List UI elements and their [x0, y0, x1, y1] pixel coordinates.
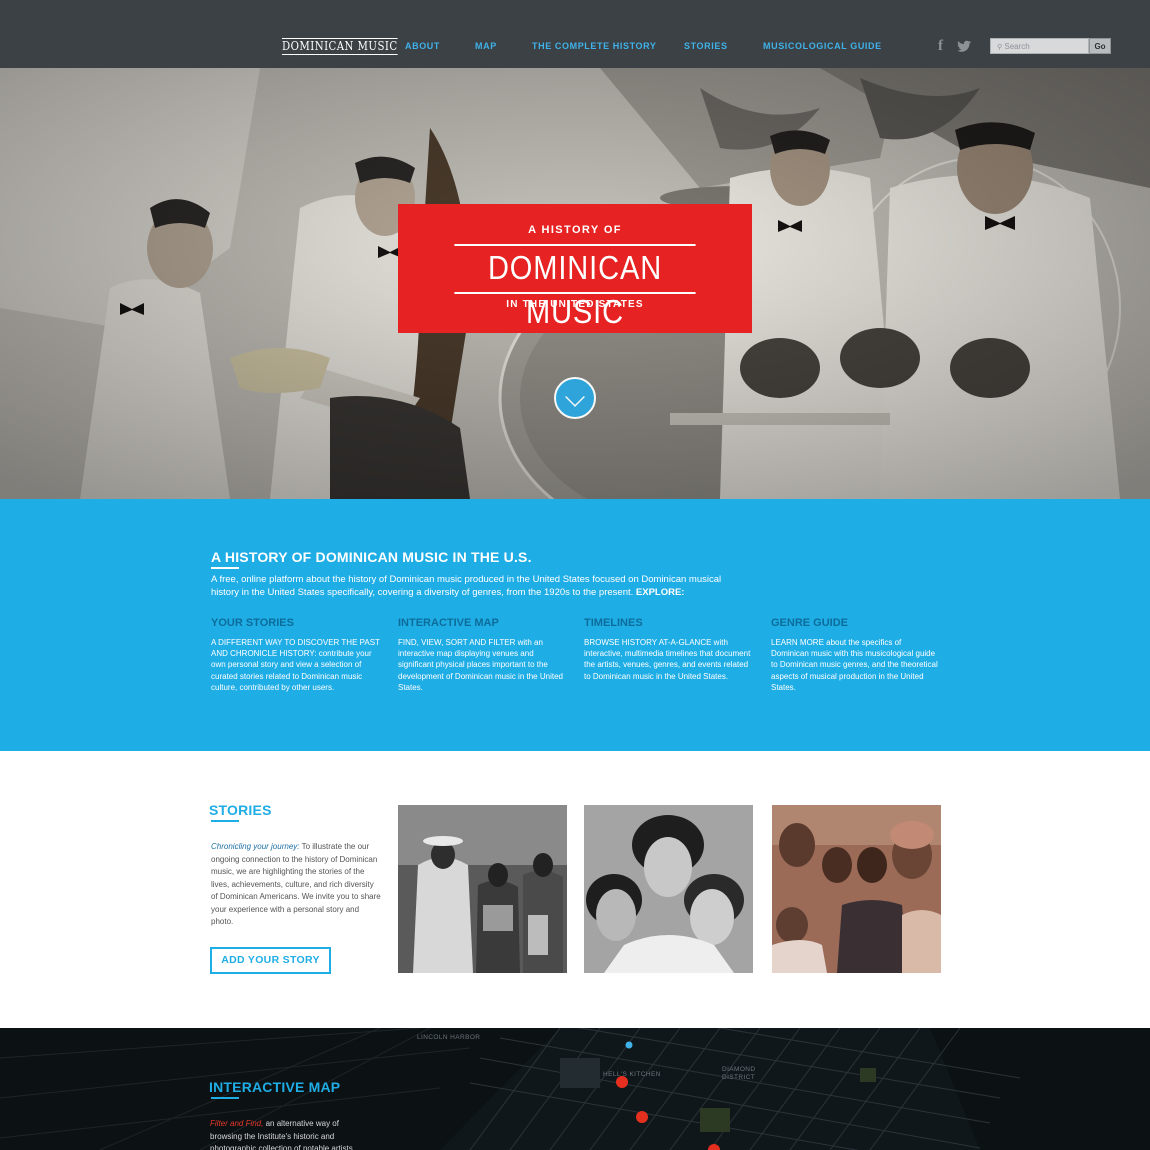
stories-section: STORIES Chronicling your journey: To ill…	[0, 751, 1150, 1028]
search-input[interactable]: ⚲ Search	[990, 38, 1089, 54]
title-underline	[211, 1097, 239, 1099]
feature-text: FIND, VIEW, SORT AND FILTER with an inte…	[398, 638, 563, 692]
twitter-icon[interactable]	[956, 40, 972, 56]
feature-text: A DIFFERENT WAY TO DISCOVER THE PAST AND…	[211, 638, 380, 692]
feature-title[interactable]: TIMELINES	[584, 617, 754, 629]
feature-text: LEARN MORE about the specifics of Domini…	[771, 638, 938, 692]
intro-description: A free, online platform about the histor…	[211, 574, 751, 599]
map-lead: Filter and Find,	[210, 1119, 264, 1128]
story-photo-family[interactable]	[772, 805, 941, 973]
intro-explore-label: EXPLORE:	[635, 586, 685, 598]
feature-title[interactable]: INTERACTIVE MAP	[398, 617, 568, 629]
title-underline	[211, 820, 239, 822]
feature-your-stories[interactable]: YOUR STORIES A DIFFERENT WAY TO DISCOVER…	[211, 617, 381, 693]
intro-title: A HISTORY OF DOMINICAN MUSIC IN THE U.S.	[211, 549, 532, 565]
hero-title-card: A HISTORY OF DOMINICAN MUSIC IN THE UNIT…	[398, 204, 752, 333]
nav-item-stories[interactable]: STORIES	[684, 41, 728, 51]
feature-genre-guide[interactable]: GENRE GUIDE LEARN MORE about the specifi…	[771, 617, 941, 693]
map-title: INTERACTIVE MAP	[209, 1079, 341, 1095]
stories-description: Chronicling your journey: To illustrate …	[211, 841, 381, 929]
nav-item-musicological-guide[interactable]: MUSICOLOGICAL GUIDE	[763, 41, 882, 51]
site-logo[interactable]: DOMINICAN MUSIC	[282, 38, 398, 55]
map-label-diamond-district: DIAMOND DISTRICT	[722, 1066, 756, 1081]
stories-lead: Chronicling your journey:	[211, 842, 300, 851]
interactive-map-section: LINCOLN HARBOR HELL'S KITCHEN DIAMOND DI…	[0, 1028, 1150, 1150]
top-navigation-bar: DOMINICAN MUSIC ABOUT MAP THE COMPLETE H…	[0, 0, 1150, 68]
title-underline	[211, 567, 239, 569]
feature-interactive-map[interactable]: INTERACTIVE MAP FIND, VIEW, SORT AND FIL…	[398, 617, 568, 693]
stories-text: To illustrate the our ongoing connection…	[211, 842, 381, 926]
hero-banner: A HISTORY OF DOMINICAN MUSIC IN THE UNIT…	[0, 68, 1150, 499]
hero-title-bottom: IN THE UNITED STATES	[506, 299, 644, 310]
nav-item-about[interactable]: ABOUT	[405, 41, 440, 51]
stories-title: STORIES	[209, 802, 272, 818]
story-photo-musicians[interactable]	[398, 805, 567, 973]
add-your-story-button[interactable]: ADD YOUR STORY	[210, 947, 331, 974]
map-background[interactable]	[0, 1028, 1150, 1150]
feature-title[interactable]: GENRE GUIDE	[771, 617, 941, 629]
hero-title-top: A HISTORY OF	[528, 224, 622, 236]
nav-item-map[interactable]: MAP	[475, 41, 497, 51]
search-placeholder: Search	[1004, 42, 1030, 51]
intro-section: A HISTORY OF DOMINICAN MUSIC IN THE U.S.…	[0, 499, 1150, 751]
feature-text: BROWSE HISTORY AT-A-GLANCE with interact…	[584, 638, 751, 681]
facebook-icon[interactable]: f	[938, 38, 943, 55]
nav-item-complete-history[interactable]: THE COMPLETE HISTORY	[532, 41, 657, 51]
search-go-button[interactable]: Go	[1089, 38, 1111, 54]
map-label-lincoln-harbor: LINCOLN HARBOR	[417, 1034, 481, 1041]
map-description: Filter and Find, an alternative way of b…	[210, 1118, 370, 1150]
scroll-down-button[interactable]	[554, 377, 596, 419]
story-photo-women[interactable]	[584, 805, 753, 973]
search-icon: ⚲	[997, 44, 1003, 51]
map-label-hells-kitchen: HELL'S KITCHEN	[603, 1071, 661, 1078]
chevron-down-icon	[565, 387, 585, 407]
feature-title[interactable]: YOUR STORIES	[211, 617, 381, 629]
feature-timelines[interactable]: TIMELINES BROWSE HISTORY AT-A-GLANCE wit…	[584, 617, 754, 682]
hero-title-main: DOMINICAN MUSIC	[454, 244, 696, 330]
